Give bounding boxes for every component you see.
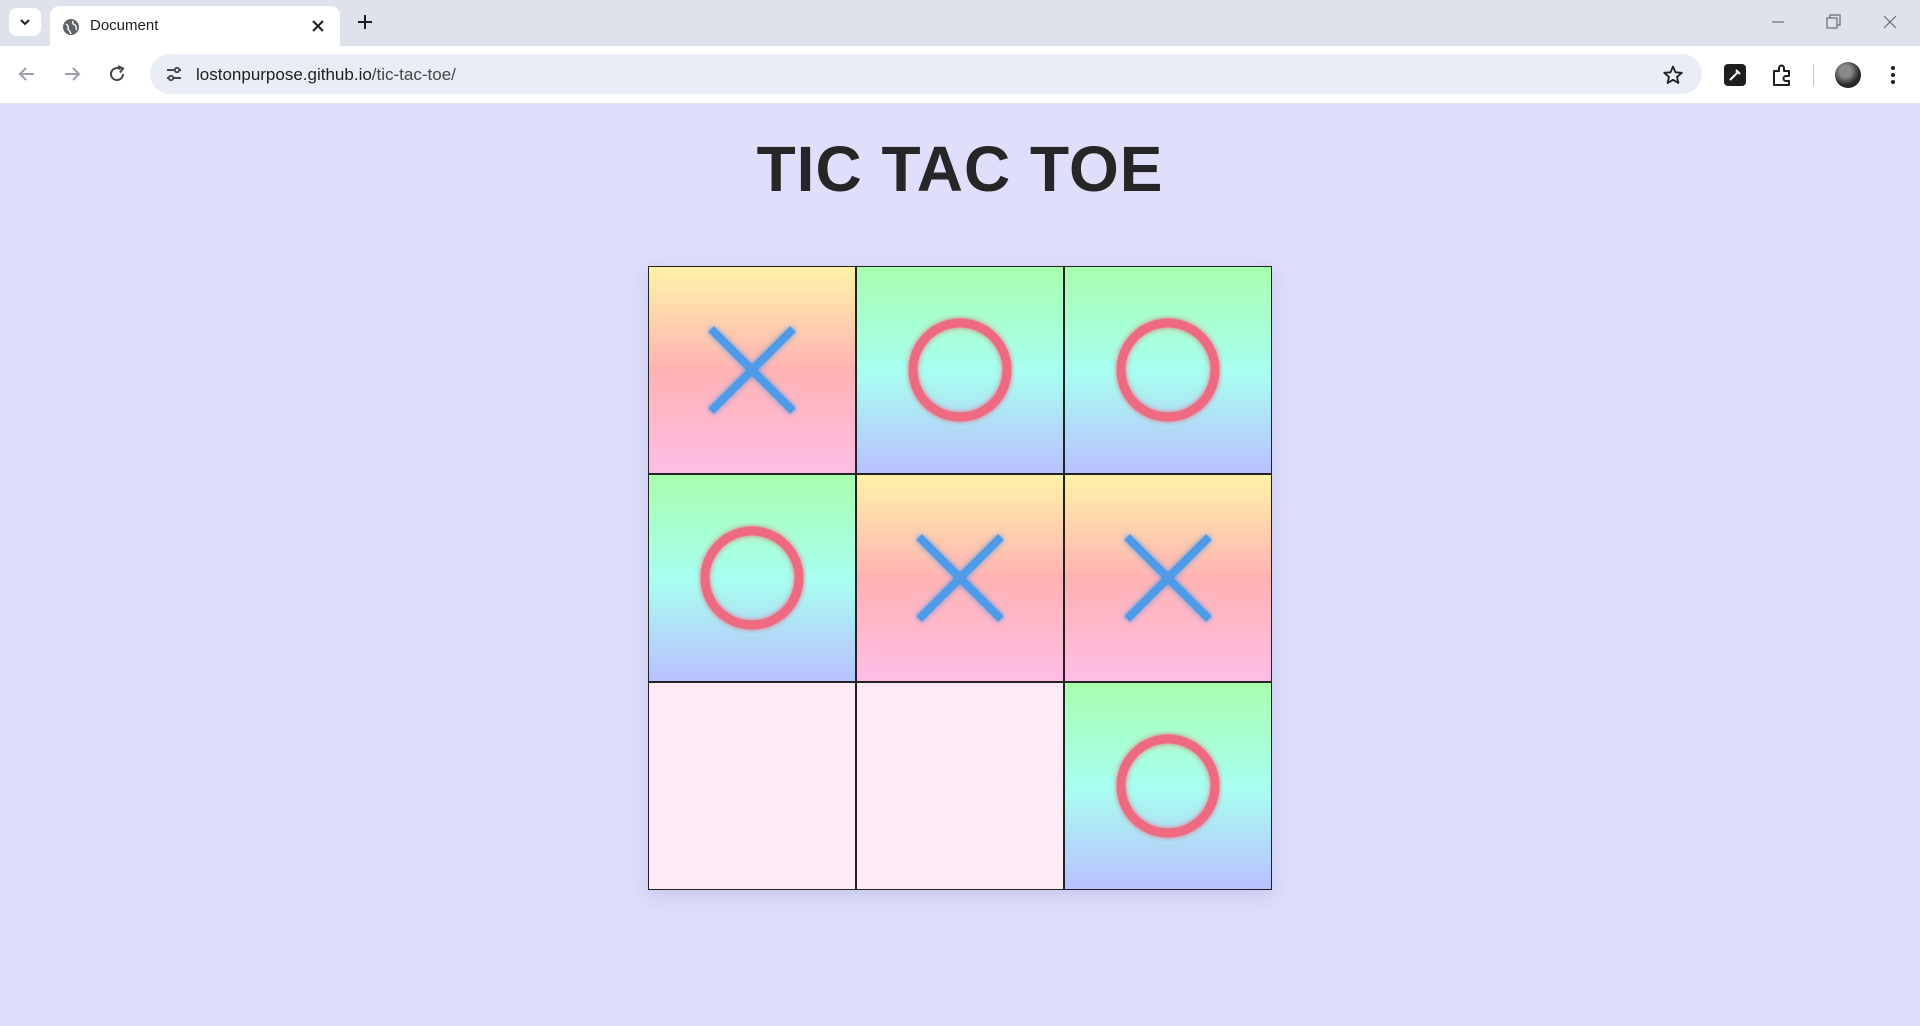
page-title: TIC TAC TOE xyxy=(756,133,1164,205)
url-path: /tic-tac-toe/ xyxy=(371,65,456,84)
restore-icon[interactable] xyxy=(1822,12,1844,32)
board-cell-9[interactable] xyxy=(1064,682,1272,890)
o-mark-icon xyxy=(1116,318,1220,422)
game-board xyxy=(648,266,1272,890)
plus-icon[interactable] xyxy=(355,12,375,32)
x-mark-icon xyxy=(916,534,1004,622)
o-mark-icon xyxy=(700,526,804,630)
board-cell-1[interactable] xyxy=(648,266,856,474)
chevron-down-icon xyxy=(20,19,30,26)
page-content: TIC TAC TOE xyxy=(0,105,1920,1026)
board-cell-5[interactable] xyxy=(856,474,1064,682)
board-cell-3[interactable] xyxy=(1064,266,1272,474)
board-cell-8[interactable] xyxy=(856,682,1064,890)
o-mark-icon xyxy=(908,318,1012,422)
tab-search-button[interactable] xyxy=(9,8,41,36)
url-text: lostonpurpose.github.io/tic-tac-toe/ xyxy=(196,65,456,85)
back-icon[interactable] xyxy=(15,62,39,86)
extensions-icon[interactable] xyxy=(1769,62,1795,88)
address-bar[interactable]: lostonpurpose.github.io/tic-tac-toe/ xyxy=(150,54,1702,94)
tab-document[interactable]: Document xyxy=(50,6,340,46)
board-cell-6[interactable] xyxy=(1064,474,1272,682)
board-cell-4[interactable] xyxy=(648,474,856,682)
o-mark-icon xyxy=(1116,734,1220,838)
tab-strip: Document xyxy=(0,0,1920,46)
pen-icon[interactable] xyxy=(1722,62,1748,88)
tab-title: Document xyxy=(90,17,159,34)
forward-icon[interactable] xyxy=(60,62,84,86)
reload-icon[interactable] xyxy=(105,62,129,86)
browser-toolbar: lostonpurpose.github.io/tic-tac-toe/ xyxy=(0,46,1920,104)
menu-icon[interactable] xyxy=(1880,62,1906,88)
board-cell-7[interactable] xyxy=(648,682,856,890)
close-window-icon[interactable] xyxy=(1879,12,1901,32)
board-cell-2[interactable] xyxy=(856,266,1064,474)
site-info-icon[interactable] xyxy=(164,64,184,84)
toolbar-separator xyxy=(1813,64,1814,86)
minimize-icon[interactable] xyxy=(1767,12,1789,32)
star-icon[interactable] xyxy=(1662,64,1684,86)
close-icon[interactable] xyxy=(310,18,326,34)
x-mark-icon xyxy=(1124,534,1212,622)
x-mark-icon xyxy=(708,326,796,414)
url-host: lostonpurpose.github.io xyxy=(196,65,372,84)
profile-avatar[interactable] xyxy=(1835,62,1861,88)
globe-icon xyxy=(63,19,79,35)
